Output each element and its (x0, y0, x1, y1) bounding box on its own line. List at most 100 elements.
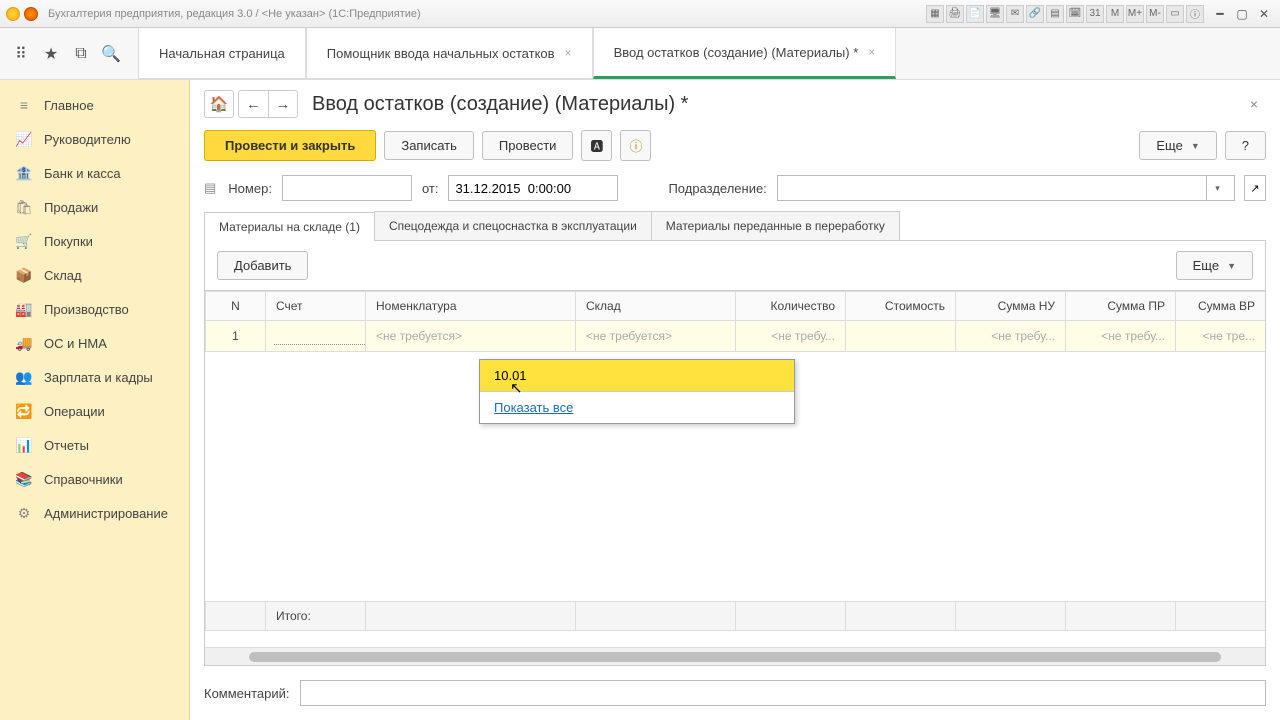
title-icon[interactable]: 🔗 (1026, 5, 1044, 23)
subtab-materials[interactable]: Материалы на складе (1) (204, 212, 375, 241)
table-more-button[interactable]: Еще▼ (1176, 251, 1253, 280)
page-close-icon[interactable]: × (1242, 92, 1266, 116)
open-external-icon[interactable]: ↗ (1244, 175, 1266, 201)
sidebar-item-reports[interactable]: 📊Отчеты (0, 428, 189, 462)
col-sum-nu[interactable]: Сумма НУ (956, 292, 1066, 321)
chevron-down-icon[interactable]: ▾ (1206, 176, 1228, 200)
debit-credit-icon[interactable]: 🅰 (581, 130, 612, 161)
close-icon[interactable]: × (565, 46, 572, 60)
title-icon[interactable]: ✉ (1006, 5, 1024, 23)
sidebar-item-admin[interactable]: ⚙Администрирование (0, 496, 189, 530)
table-row[interactable]: 1 ▾ ↗ <не требуется> <не требуется> <не (206, 321, 1266, 352)
post-and-close-button[interactable]: Провести и закрыть (204, 130, 376, 161)
record-button[interactable]: Записать (384, 131, 474, 160)
subtab-processing[interactable]: Материалы переданные в переработку (651, 211, 900, 240)
info-icon[interactable]: ⓘ (620, 130, 651, 161)
dropdown-show-all[interactable]: Показать все (480, 392, 794, 423)
cell-sum-pr[interactable]: <не требу... (1066, 321, 1176, 352)
apps-icon[interactable]: ⠿ (8, 41, 34, 67)
sidebar-item-warehouse[interactable]: 📦Склад (0, 258, 189, 292)
number-input[interactable] (282, 175, 412, 201)
sidebar-item-label: Зарплата и кадры (44, 370, 153, 385)
col-account[interactable]: Счет (266, 292, 366, 321)
title-icon[interactable]: ⓘ (1186, 5, 1204, 23)
sidebar-item-label: Операции (44, 404, 105, 419)
col-nomenclature[interactable]: Номенклатура (366, 292, 576, 321)
cell-warehouse[interactable]: <не требуется> (576, 321, 736, 352)
sidebar-item-production[interactable]: 🏭Производство (0, 292, 189, 326)
home-button[interactable]: 🏠 (204, 90, 234, 118)
maximize-icon[interactable]: ▢ (1232, 6, 1252, 22)
col-cost[interactable]: Стоимость (846, 292, 956, 321)
sidebar-item-hr[interactable]: 👥Зарплата и кадры (0, 360, 189, 394)
title-icon[interactable]: ▤ (1046, 5, 1064, 23)
cell-account[interactable]: ▾ ↗ (266, 321, 366, 352)
sidebar-item-manager[interactable]: 📈Руководителю (0, 122, 189, 156)
cell-quantity[interactable]: <не требу... (736, 321, 846, 352)
scrollbar-thumb[interactable] (249, 652, 1221, 662)
sidebar-item-operations[interactable]: 🔁Операции (0, 394, 189, 428)
books-icon: 📚 (14, 471, 34, 487)
col-warehouse[interactable]: Склад (576, 292, 736, 321)
help-button[interactable]: ? (1225, 131, 1266, 160)
date-input[interactable] (448, 175, 618, 201)
title-icon[interactable]: 31 (1086, 5, 1104, 23)
title-icon[interactable]: 🖥 (986, 5, 1004, 23)
main-layout: ≡Главное 📈Руководителю 🏦Банк и касса 🛍Пр… (0, 80, 1280, 720)
close-icon[interactable]: × (868, 45, 875, 59)
title-icon[interactable]: M (1106, 5, 1124, 23)
col-sum-pr[interactable]: Сумма ПР (1066, 292, 1176, 321)
department-input[interactable]: ▾ (777, 175, 1235, 201)
sidebar-item-main[interactable]: ≡Главное (0, 88, 189, 122)
col-sum-vr[interactable]: Сумма ВР (1176, 292, 1266, 321)
cell-sum-nu[interactable]: <не требу... (956, 321, 1066, 352)
sidebar-item-purchases[interactable]: 🛒Покупки (0, 224, 189, 258)
sidebar: ≡Главное 📈Руководителю 🏦Банк и касса 🛍Пр… (0, 80, 190, 720)
back-button[interactable]: ← (238, 90, 268, 118)
title-icon[interactable]: ▦ (926, 5, 944, 23)
sidebar-item-assets[interactable]: 🚚ОС и НМА (0, 326, 189, 360)
minimize-icon[interactable]: ━ (1210, 6, 1230, 22)
title-icon[interactable]: M- (1146, 5, 1164, 23)
subtab-workwear[interactable]: Спецодежда и спецоснастка в эксплуатации (374, 211, 652, 240)
title-icon[interactable]: 🗓 (1066, 5, 1084, 23)
close-icon[interactable]: ✕ (1254, 6, 1274, 22)
cell-cost[interactable] (846, 321, 956, 352)
tab-start-page[interactable]: Начальная страница (138, 28, 306, 79)
title-icon[interactable]: M+ (1126, 5, 1144, 23)
history-icon[interactable]: ⧉ (68, 41, 94, 67)
table-area: Добавить Еще▼ N Счет Номенклатура (204, 241, 1266, 666)
from-label: от: (422, 181, 439, 196)
sidebar-item-sales[interactable]: 🛍Продажи (0, 190, 189, 224)
account-input[interactable] (274, 327, 366, 345)
search-icon[interactable]: 🔍 (98, 41, 124, 67)
more-label: Еще (1193, 258, 1219, 273)
dropdown-item[interactable]: 10.01 (480, 360, 794, 391)
tab-balances-entry[interactable]: Ввод остатков (создание) (Материалы) * × (593, 28, 897, 79)
title-icon[interactable]: 🖨 (946, 5, 964, 23)
tab-wizard[interactable]: Помощник ввода начальных остатков × (306, 28, 593, 79)
favorites-icon[interactable]: ★ (38, 41, 64, 67)
more-button[interactable]: Еще▼ (1139, 131, 1216, 160)
app-orb-2 (24, 7, 38, 21)
window-title: Бухгалтерия предприятия, редакция 3.0 / … (48, 8, 926, 20)
sidebar-item-bank[interactable]: 🏦Банк и касса (0, 156, 189, 190)
cell-sum-vr[interactable]: <не тре... (1176, 321, 1266, 352)
post-button[interactable]: Провести (482, 131, 574, 160)
sidebar-item-catalogs[interactable]: 📚Справочники (0, 462, 189, 496)
sidebar-item-label: Отчеты (44, 438, 89, 453)
forward-button[interactable]: → (268, 90, 298, 118)
col-n[interactable]: N (206, 292, 266, 321)
title-icon[interactable]: 📄 (966, 5, 984, 23)
horizontal-scrollbar[interactable] (205, 647, 1265, 665)
comment-label: Комментарий: (204, 686, 290, 701)
table-footer-row: Итого: (206, 602, 1266, 631)
title-bar: Бухгалтерия предприятия, редакция 3.0 / … (0, 0, 1280, 28)
comment-input[interactable] (300, 680, 1267, 706)
cell-nomenclature[interactable]: <не требуется> (366, 321, 576, 352)
window-controls: ━ ▢ ✕ (1210, 6, 1274, 22)
list-icon[interactable]: ▤ (204, 180, 216, 196)
col-quantity[interactable]: Количество (736, 292, 846, 321)
add-row-button[interactable]: Добавить (217, 251, 308, 280)
title-icon[interactable]: ▭ (1166, 5, 1184, 23)
